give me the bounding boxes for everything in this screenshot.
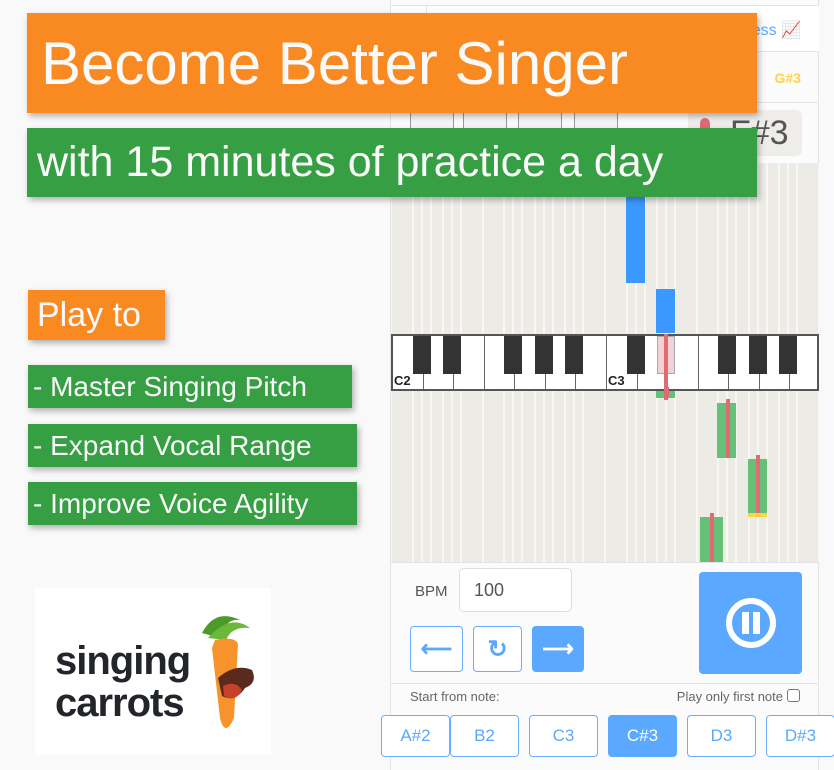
start-note-c3[interactable]: C3 <box>529 715 598 757</box>
previous-button[interactable]: ⟵ <box>410 626 463 672</box>
carrot-icon <box>202 616 254 728</box>
arrow-right-icon: ⟶ <box>542 636 574 661</box>
repeat-button[interactable]: ↻ <box>473 626 522 672</box>
black-key[interactable] <box>412 336 431 374</box>
note-bar-upcoming <box>625 197 645 283</box>
bpm-input[interactable] <box>459 568 572 612</box>
play-first-checkbox[interactable] <box>787 689 800 702</box>
black-key[interactable] <box>718 336 737 374</box>
play-to-label: Play to <box>28 290 165 340</box>
black-key[interactable] <box>748 336 767 374</box>
start-note-b2[interactable]: B2 <box>450 715 519 757</box>
pause-button[interactable] <box>699 572 802 674</box>
bpm-label: BPM <box>415 583 448 600</box>
singing-carrots-logo: singing carrots <box>35 588 271 755</box>
chart-icon: 📈 <box>781 22 801 39</box>
pitch-trace <box>756 455 761 513</box>
black-key[interactable] <box>534 336 553 374</box>
play-first-label: Play only first note <box>676 689 783 704</box>
promo-headline: Become Better Singer <box>27 13 757 113</box>
piano-keyboard: C2 C3 <box>391 334 819 391</box>
note-bar-sung <box>747 455 767 517</box>
black-key[interactable] <box>565 336 584 374</box>
redo-icon: ↻ <box>487 635 508 663</box>
black-key[interactable] <box>504 336 523 374</box>
target-marker <box>747 513 767 517</box>
next-button[interactable]: ⟶ <box>532 626 584 672</box>
promo-subline: with 15 minutes of practice a day <box>27 128 757 197</box>
start-note-csharp3[interactable]: C#3 <box>608 715 677 757</box>
benefit-item: - Improve Voice Agility <box>28 482 357 525</box>
exercise-panel: Progress 📈 G#3 F#3 C2C3 BPM ⟵ ↻ ⟶ Start … <box>381 0 834 770</box>
benefit-item: - Master Singing Pitch <box>28 365 352 408</box>
target-note: G#3 <box>774 70 801 86</box>
benefit-item: - Expand Vocal Range <box>28 424 357 467</box>
pause-icon <box>725 598 776 648</box>
key-label: C3 <box>608 373 625 388</box>
black-key[interactable] <box>626 336 645 374</box>
note-bar-sung <box>717 399 737 458</box>
note-bar-upcoming <box>656 289 676 333</box>
black-key[interactable] <box>779 336 798 374</box>
start-note-d3[interactable]: D3 <box>687 715 756 757</box>
start-note-dsharp3[interactable]: D#3 <box>766 715 834 757</box>
black-key[interactable] <box>443 336 462 374</box>
note-bar-sung <box>699 513 724 562</box>
pitch-trace <box>710 513 715 562</box>
start-note-asharp2[interactable]: A#2 <box>381 715 450 757</box>
start-from-label: Start from note: <box>410 689 500 704</box>
pitch-trace <box>664 334 669 400</box>
piano-roll: C2 C3 <box>391 163 819 562</box>
arrow-left-icon: ⟵ <box>420 636 453 661</box>
play-first-option[interactable]: Play only first note <box>677 689 800 704</box>
pitch-trace <box>725 399 730 458</box>
controls: BPM ⟵ ↻ ⟶ <box>391 562 819 684</box>
key-label: C2 <box>394 373 411 388</box>
